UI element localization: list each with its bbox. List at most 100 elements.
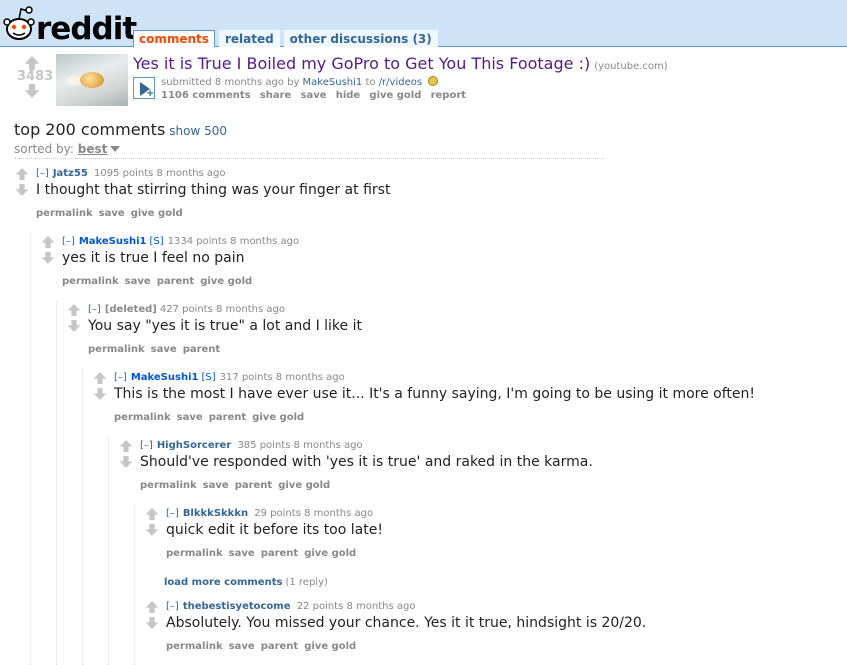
permalink-button[interactable]: permalink bbox=[166, 641, 223, 652]
link-title[interactable]: Yes it is True I Boiled my GoPro to Get … bbox=[133, 54, 590, 73]
permalink-button[interactable]: permalink bbox=[88, 344, 145, 355]
save-button[interactable]: save bbox=[229, 548, 255, 559]
upvote-icon[interactable] bbox=[119, 440, 133, 452]
comment-vote bbox=[144, 508, 160, 536]
parent-button[interactable]: parent bbox=[261, 641, 299, 652]
tab-comments[interactable]: comments bbox=[133, 30, 215, 48]
save-button[interactable]: save bbox=[177, 412, 203, 423]
link-vote: 3483 bbox=[17, 56, 53, 98]
link-entry: 3483 Yes it is True I Boiled my GoPro to… bbox=[0, 50, 847, 112]
video-expando-button[interactable]: + bbox=[133, 77, 155, 99]
comment-tagline: [–] BlkkkSkkkn 29 points 8 months ago bbox=[166, 508, 373, 519]
downvote-icon[interactable] bbox=[145, 617, 159, 629]
comment-author[interactable]: thebestisyetocome bbox=[183, 601, 291, 612]
link-author[interactable]: MakeSushi1 bbox=[303, 77, 363, 88]
comment-tagline: [–] MakeSushi1 [S] 317 points 8 months ago bbox=[114, 372, 345, 383]
downvote-icon[interactable] bbox=[15, 184, 29, 196]
give-gold-button[interactable]: give gold bbox=[200, 276, 252, 287]
comment-time: 8 months ago bbox=[216, 304, 285, 315]
show-more-link[interactable]: show 500 bbox=[169, 124, 227, 138]
comment-area-title: top 200 comments show 500 bbox=[14, 120, 227, 139]
collapse-toggle[interactable]: [–] bbox=[88, 304, 101, 315]
save-button[interactable]: save bbox=[99, 208, 125, 219]
sort-dropdown[interactable]: best bbox=[78, 142, 108, 156]
comment-buttons: permalink save give gold bbox=[36, 208, 189, 219]
save-button[interactable]: save bbox=[229, 641, 255, 652]
link-buttons: 1106 comments share save hide give gold … bbox=[161, 90, 472, 101]
collapse-toggle[interactable]: [–] bbox=[140, 440, 153, 451]
give-gold-button[interactable]: give gold bbox=[278, 480, 330, 491]
give-gold-button[interactable]: give gold bbox=[304, 641, 356, 652]
permalink-button[interactable]: permalink bbox=[36, 208, 93, 219]
comment-vote bbox=[14, 168, 30, 196]
submitted-text: submitted 8 months ago by bbox=[161, 77, 300, 88]
downvote-icon[interactable] bbox=[119, 456, 133, 468]
parent-button[interactable]: parent bbox=[235, 480, 273, 491]
downvote-icon[interactable] bbox=[93, 388, 107, 400]
permalink-button[interactable]: permalink bbox=[140, 480, 197, 491]
save-button[interactable]: save bbox=[203, 480, 229, 491]
downvote-icon[interactable] bbox=[67, 320, 81, 332]
tab-related[interactable]: related bbox=[218, 30, 280, 47]
report-button[interactable]: report bbox=[431, 90, 466, 101]
give-gold-button[interactable]: give gold bbox=[304, 548, 356, 559]
collapse-toggle[interactable]: [–] bbox=[114, 372, 127, 383]
comment-vote bbox=[92, 372, 108, 400]
subreddit-link[interactable]: /r/videos bbox=[379, 77, 422, 88]
upvote-icon[interactable] bbox=[145, 508, 159, 520]
upvote-icon[interactable] bbox=[24, 56, 40, 70]
parent-button[interactable]: parent bbox=[157, 276, 195, 287]
comment-body: Absolutely. You missed your chance. Yes … bbox=[166, 615, 647, 631]
downvote-icon[interactable] bbox=[145, 524, 159, 536]
load-more-link[interactable]: load more comments bbox=[164, 577, 282, 588]
give-gold-button[interactable]: give gold bbox=[131, 208, 183, 219]
comment-vote bbox=[40, 236, 56, 264]
collapse-toggle[interactable]: [–] bbox=[36, 168, 49, 179]
upvote-icon[interactable] bbox=[67, 304, 81, 316]
comment-body: I thought that stirring thing was your f… bbox=[36, 182, 391, 198]
comment-score: 22 points bbox=[296, 601, 344, 612]
permalink-button[interactable]: permalink bbox=[62, 276, 119, 287]
upvote-icon[interactable] bbox=[41, 236, 55, 248]
comment-buttons: permalink save parent give gold bbox=[62, 276, 258, 287]
comment-author[interactable]: HighSorcerer bbox=[157, 440, 231, 451]
give-gold-button[interactable]: give gold bbox=[369, 90, 421, 101]
comment-vote bbox=[118, 440, 134, 468]
comment-author[interactable]: MakeSushi1 bbox=[131, 372, 199, 383]
share-button[interactable]: share bbox=[260, 90, 292, 101]
give-gold-button[interactable]: give gold bbox=[252, 412, 304, 423]
parent-button[interactable]: parent bbox=[209, 412, 247, 423]
dropdown-arrow-icon[interactable] bbox=[110, 146, 121, 152]
comment-author[interactable]: BlkkkSkkkn bbox=[183, 508, 248, 519]
collapse-toggle[interactable]: [–] bbox=[62, 236, 75, 247]
upvote-icon[interactable] bbox=[145, 601, 159, 613]
logo-wordmark: reddit bbox=[36, 11, 137, 47]
reddit-logo[interactable]: reddit bbox=[3, 3, 137, 47]
collapse-toggle[interactable]: [–] bbox=[166, 508, 179, 519]
parent-button[interactable]: parent bbox=[261, 548, 299, 559]
comment-buttons: permalink save parent give gold bbox=[114, 412, 310, 423]
save-button[interactable]: save bbox=[301, 90, 327, 101]
comment-author[interactable]: Jatz55 bbox=[53, 168, 88, 179]
comment-author: [deleted] bbox=[104, 304, 157, 315]
downvote-icon[interactable] bbox=[24, 84, 40, 98]
upvote-icon[interactable] bbox=[15, 168, 29, 180]
comment-body: quick edit it before its too late! bbox=[166, 522, 383, 538]
hide-button[interactable]: hide bbox=[336, 90, 361, 101]
downvote-icon[interactable] bbox=[41, 252, 55, 264]
save-button[interactable]: save bbox=[125, 276, 151, 287]
collapse-toggle[interactable]: [–] bbox=[166, 601, 179, 612]
comment-author[interactable]: MakeSushi1 bbox=[79, 236, 147, 247]
comments-count-button[interactable]: 1106 comments bbox=[161, 90, 251, 101]
comment-score: 29 points bbox=[254, 508, 301, 519]
site-header: reddit comments related other discussion… bbox=[0, 0, 847, 48]
link-domain[interactable]: (youtube.com) bbox=[594, 61, 667, 72]
upvote-icon[interactable] bbox=[93, 372, 107, 384]
link-thumbnail[interactable] bbox=[56, 54, 128, 106]
tab-other-discussions[interactable]: other discussions (3) bbox=[283, 30, 438, 47]
save-button[interactable]: save bbox=[151, 344, 177, 355]
permalink-button[interactable]: permalink bbox=[166, 548, 223, 559]
parent-button[interactable]: parent bbox=[183, 344, 221, 355]
permalink-button[interactable]: permalink bbox=[114, 412, 171, 423]
comment-time: 8 months ago bbox=[293, 440, 363, 451]
